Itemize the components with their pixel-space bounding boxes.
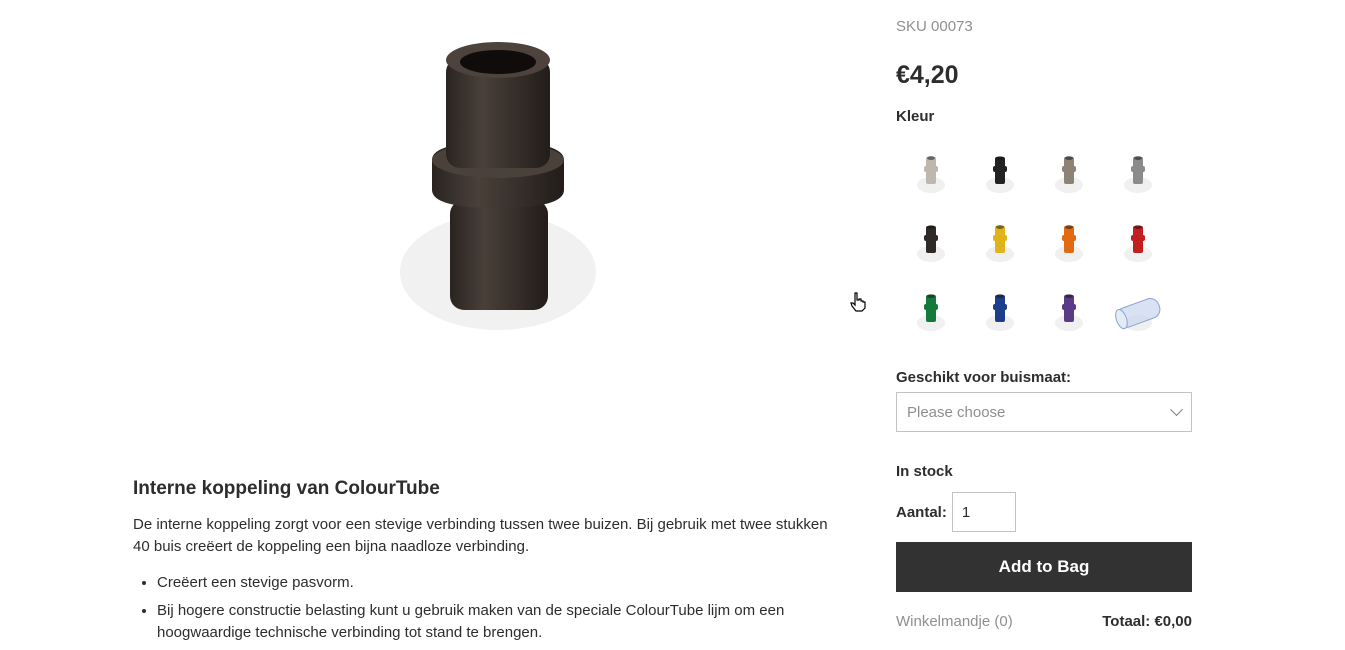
swatch-yellow[interactable] xyxy=(965,208,1034,277)
chevron-down-icon xyxy=(1170,402,1183,416)
price: €4,20 xyxy=(896,61,959,89)
description-text: De interne koppeling zorgt voor een stev… xyxy=(133,516,828,555)
feature-list: Creëert een stevige pasvorm. Bij hogere … xyxy=(133,572,833,644)
swatch-orange[interactable] xyxy=(1034,208,1103,277)
feature-item: Bij hogere constructie belasting kunt u … xyxy=(157,600,833,644)
swatch-light-grey[interactable] xyxy=(896,139,965,208)
sku: SKU 00073 xyxy=(896,18,973,35)
swatch-red[interactable] xyxy=(1103,208,1172,277)
colour-swatches xyxy=(896,139,1192,346)
swatch-green[interactable] xyxy=(896,277,965,346)
cart-link[interactable]: Winkelmandje (0) xyxy=(896,613,1013,630)
colour-label: Kleur xyxy=(896,108,935,125)
product-description: Interne koppeling van ColourTube De inte… xyxy=(133,478,833,650)
product-panel: SKU 00073 €4,20 Kleur Geschikt voor buis… xyxy=(896,16,1192,630)
swatch-black[interactable] xyxy=(965,139,1034,208)
hand-cursor-icon xyxy=(849,292,867,317)
add-to-bag-button[interactable]: Add to Bag xyxy=(896,542,1192,592)
cart-total: Totaal: €0,00 xyxy=(1102,613,1192,630)
swatch-blue[interactable] xyxy=(965,277,1034,346)
quantity-input[interactable] xyxy=(951,492,1016,532)
swatch-dark-brown[interactable] xyxy=(896,208,965,277)
size-label: Geschikt voor buismaat: xyxy=(896,369,1072,386)
feature-item: Creëert een stevige pasvorm. xyxy=(157,572,833,594)
stock-status: In stock xyxy=(896,463,953,480)
quantity-row: Aantal: xyxy=(896,492,1192,532)
swatch-transparent[interactable] xyxy=(1103,277,1172,346)
product-image xyxy=(380,30,620,360)
size-select-value: Please choose xyxy=(907,403,1006,421)
swatch-grey[interactable] xyxy=(1103,139,1172,208)
swatch-taupe[interactable] xyxy=(1034,139,1103,208)
size-select[interactable]: Please choose xyxy=(896,392,1192,432)
quantity-label: Aantal: xyxy=(896,503,947,521)
bag-summary: Winkelmandje (0) Totaal: €0,00 xyxy=(896,613,1192,630)
description-title: Interne koppeling van ColourTube xyxy=(133,478,440,499)
swatch-purple[interactable] xyxy=(1034,277,1103,346)
